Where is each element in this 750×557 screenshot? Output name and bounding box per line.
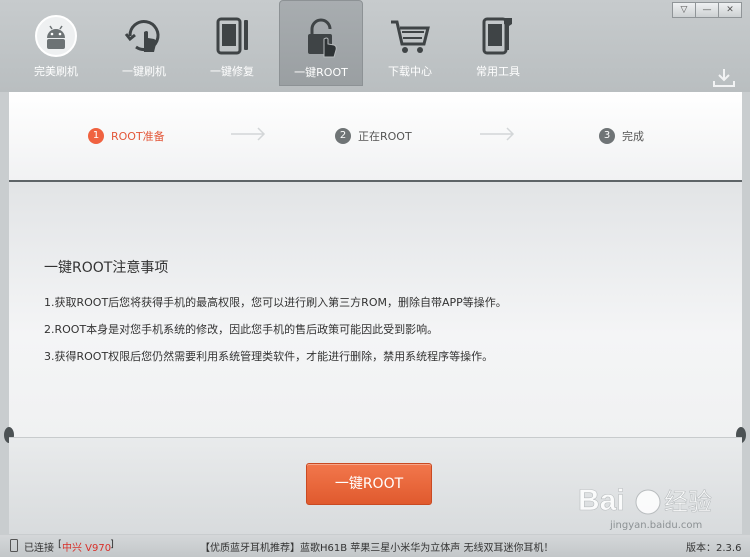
download-icon[interactable] [712,68,736,88]
step-complete: 3 完成 [599,127,644,145]
device-name: 中兴 V970 [62,543,112,554]
connection-status: 已连接 [24,543,54,554]
version-label: 版本：2.3.6 [686,543,742,554]
step-label: 正在ROOT [358,130,412,143]
toolbar-label: 一键ROOT [294,66,348,79]
svg-text:经验: 经验 [664,488,712,516]
step-number: 1 [88,128,104,144]
close-button[interactable]: ✕ [718,2,742,18]
notice-panel: 一键ROOT注意事项 1.获取ROOT后您将获得手机的最高权限，您可以进行刷入第… [9,182,742,437]
step-number: 2 [335,128,351,144]
toolbar-label: 下载中心 [388,65,432,78]
notice-line: 1.获取ROOT后您将获得手机的最高权限，您可以进行刷入第三方ROM，删除自带A… [44,296,507,309]
arrow-right-icon [480,127,515,141]
step-number: 3 [599,128,615,144]
step-label: ROOT准备 [111,130,165,143]
toolbar-label: 一键刷机 [122,65,166,78]
device-bracket-close: ] [110,539,114,550]
watermark-url: jingyan.baidu.com [610,520,703,531]
tablet-tool-icon [216,17,248,55]
window-controls: ▽ — ✕ [672,2,742,18]
menu-button[interactable]: ▽ [672,2,696,18]
toolbar-one-click-repair[interactable]: 一键修复 [190,0,274,86]
toolbar-label: 常用工具 [476,65,520,78]
one-click-root-button[interactable]: 一键ROOT [306,463,432,505]
minimize-button[interactable]: — [695,2,719,18]
status-bar: 已连接 [ 中兴 V970 ] 【优质蓝牙耳机推荐】蓝歌H61B 苹果三星小米华… [0,535,750,557]
app-window: 完美刷机 一键刷机 一键修复 一键ROOT 下载中心 常用工具 ▽ — ✕ 1 … [0,0,750,557]
notice-title: 一键ROOT注意事项 [44,260,169,276]
notice-line: 3.获得ROOT权限后您仍然需要利用系统管理类软件，才能进行删除，禁用系统程序等… [44,350,494,363]
refresh-hand-icon [124,20,160,52]
android-icon [35,15,77,57]
svg-text:Bai: Bai [578,484,625,517]
toolbar-download-center[interactable]: 下载中心 [368,0,452,86]
ad-link[interactable]: 【优质蓝牙耳机推荐】蓝歌H61B 苹果三星小米华为立体声 无线双耳迷你耳机！ [200,539,553,554]
step-label: 完成 [622,130,644,143]
phone-icon [10,539,18,552]
toolbar-common-tools[interactable]: 常用工具 [456,0,540,86]
notice-line: 2.ROOT本身是对您手机系统的修改，因此您手机的售后政策可能因此受到影响。 [44,323,439,336]
cart-icon [391,20,430,53]
toolbar-perfect-flash[interactable]: 完美刷机 [14,0,98,86]
baidu-jingyan-watermark: Bai 经验 [578,484,712,518]
toolbar-one-click-flash[interactable]: 一键刷机 [102,0,186,86]
main-toolbar: 完美刷机 一键刷机 一键修复 一键ROOT 下载中心 常用工具 ▽ — ✕ [0,0,750,92]
step-rooting: 2 正在ROOT [335,127,412,145]
lock-icon [308,18,337,58]
toolbar-one-click-root[interactable]: 一键ROOT [279,0,363,86]
tablet-wrench-icon [482,17,512,55]
root-steps: 1 ROOT准备 2 正在ROOT 3 完成 [9,92,742,182]
toolbar-label: 完美刷机 [34,65,78,78]
toolbar-label: 一键修复 [210,65,254,78]
arrow-right-icon [231,127,266,141]
step-prepare: 1 ROOT准备 [88,127,165,145]
